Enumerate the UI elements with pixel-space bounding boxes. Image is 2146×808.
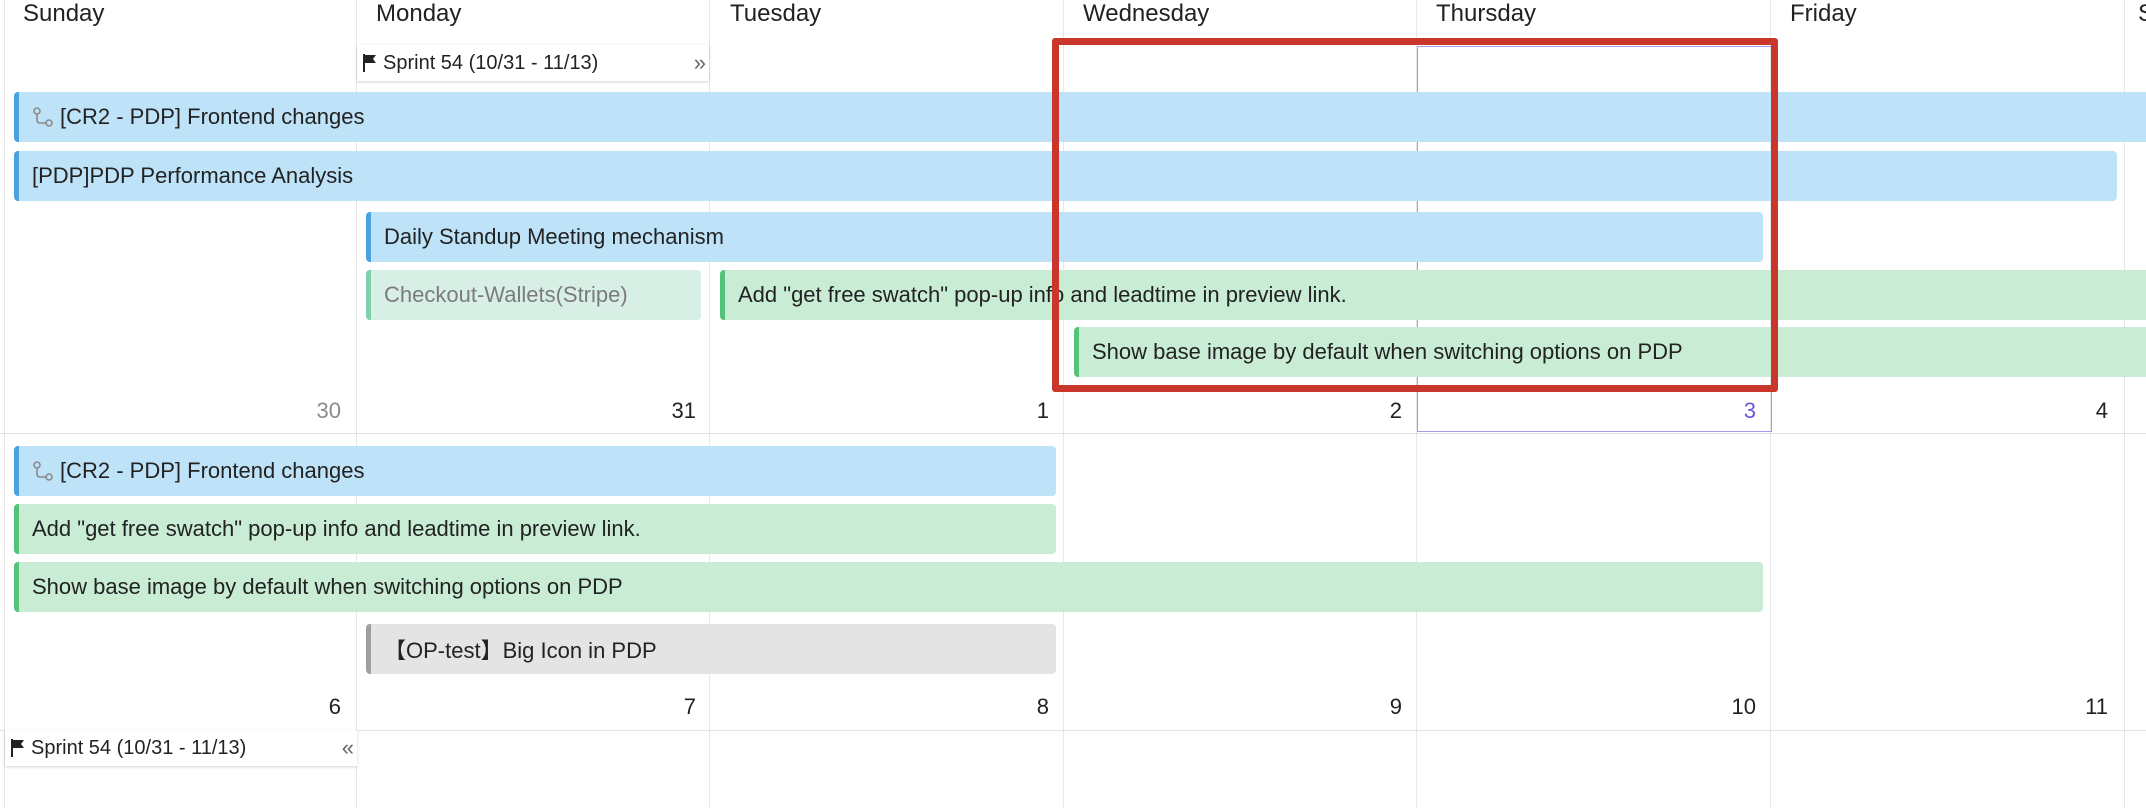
sprint-label: Sprint 54 (10/31 - 11/13) bbox=[383, 51, 599, 74]
event-checkout-wallets[interactable]: Checkout-Wallets(Stripe) bbox=[366, 270, 701, 320]
event-title: [PDP]PDP Performance Analysis bbox=[32, 163, 354, 188]
highlight-box bbox=[1052, 38, 1778, 392]
link-icon bbox=[32, 460, 54, 482]
event-title: 【OP-test】Big Icon in PDP bbox=[384, 638, 657, 663]
grid-vline bbox=[4, 0, 5, 808]
day-header-sunday: Sunday bbox=[23, 0, 105, 27]
date-number: 31 bbox=[671, 398, 696, 423]
sprint-collapse-arrows[interactable]: « bbox=[342, 735, 354, 761]
event-title: [CR2 - PDP] Frontend changes bbox=[60, 458, 365, 483]
event-title: Show base image by default when switchin… bbox=[32, 574, 623, 599]
event-title: Checkout-Wallets(Stripe) bbox=[384, 282, 628, 307]
week-divider bbox=[0, 433, 2146, 434]
event-title: Add "get free swatch" pop-up info and le… bbox=[32, 516, 641, 541]
event-big-icon[interactable]: 【OP-test】Big Icon in PDP bbox=[366, 624, 1056, 674]
day-header-saturday: S bbox=[2138, 0, 2146, 28]
date-number: 30 bbox=[316, 398, 341, 423]
day-header-monday: Monday bbox=[376, 0, 462, 27]
flag-icon bbox=[9, 738, 27, 758]
event-base-image[interactable]: Show base image by default when switchin… bbox=[14, 562, 1763, 612]
date-number: 10 bbox=[1731, 694, 1756, 719]
sprint-banner[interactable]: Sprint 54 (10/31 - 11/13) « bbox=[5, 730, 357, 766]
flag-icon bbox=[361, 53, 379, 73]
date-number: 1 bbox=[1036, 398, 1049, 423]
sprint-label: Sprint 54 (10/31 - 11/13) bbox=[31, 736, 247, 759]
event-title: Daily Standup Meeting mechanism bbox=[384, 224, 724, 249]
date-number: 2 bbox=[1389, 398, 1402, 423]
link-icon bbox=[32, 106, 54, 128]
day-header-friday: Friday bbox=[1790, 0, 1857, 27]
event-title: [CR2 - PDP] Frontend changes bbox=[60, 104, 365, 129]
day-header-wednesday: Wednesday bbox=[1083, 0, 1210, 27]
event-free-swatch[interactable]: Add "get free swatch" pop-up info and le… bbox=[14, 504, 1056, 554]
date-number: 11 bbox=[2085, 694, 2108, 719]
date-number-today: 3 bbox=[1743, 398, 1756, 423]
sprint-expand-arrows[interactable]: » bbox=[694, 50, 706, 76]
date-number: 8 bbox=[1036, 694, 1049, 719]
day-header-tuesday: Tuesday bbox=[730, 0, 822, 27]
day-header-thursday: Thursday bbox=[1436, 0, 1537, 27]
sprint-banner[interactable]: Sprint 54 (10/31 - 11/13) » bbox=[357, 45, 709, 81]
date-number: 4 bbox=[2095, 398, 2108, 423]
event-cr2-frontend[interactable]: [CR2 - PDP] Frontend changes bbox=[14, 446, 1056, 496]
date-number: 9 bbox=[1389, 694, 1402, 719]
date-number: 6 bbox=[328, 694, 341, 719]
date-number: 7 bbox=[683, 694, 696, 719]
